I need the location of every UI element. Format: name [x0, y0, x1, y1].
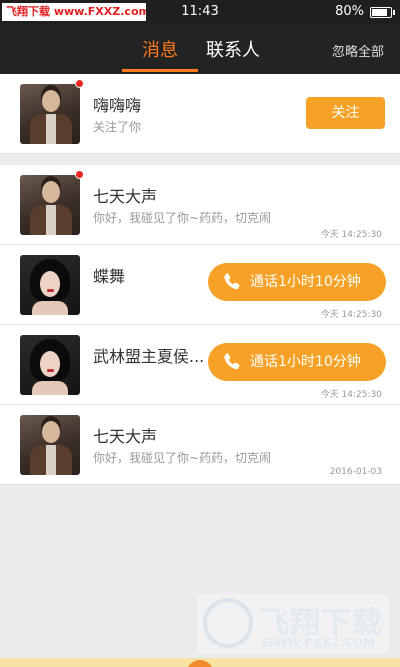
avatar[interactable] — [20, 335, 80, 395]
active-tab-indicator — [122, 69, 198, 72]
follow-notice-row[interactable]: 嗨嗨嗨 关注了你 关注 — [0, 74, 400, 154]
call-record-button[interactable]: 通话1小时10分钟 — [208, 263, 386, 301]
phone-icon — [224, 273, 240, 290]
contact-name: 七天大声 — [93, 187, 158, 206]
battery-fill — [372, 9, 387, 16]
unread-dot — [75, 170, 84, 179]
logo-circle-icon — [203, 598, 253, 648]
call-duration-label: 通话1小时10分钟 — [250, 274, 361, 290]
battery-icon — [370, 7, 395, 18]
follow-button[interactable]: 关注 — [306, 97, 385, 129]
unread-dot — [75, 79, 84, 88]
phone-icon — [224, 353, 240, 370]
message-time: 今天 14:25:30 — [320, 390, 382, 400]
site-watermark-logo: 飞翔下载 WWW.FXXZ.COM — [197, 594, 389, 654]
avatar[interactable] — [20, 255, 80, 315]
avatar[interactable] — [20, 84, 80, 144]
ignore-all-button[interactable]: 忽略全部 — [332, 41, 384, 60]
contact-name: 武林盟主夏侯... — [93, 347, 205, 366]
call-record-button[interactable]: 通话1小时10分钟 — [208, 343, 386, 381]
contact-name: 蝶舞 — [93, 267, 126, 286]
bottom-bar — [0, 658, 400, 667]
avatar[interactable] — [20, 415, 80, 475]
message-row[interactable]: 七天大声你好，我碰见了你~药药，切克闹 2016-01-03 — [0, 405, 400, 485]
top-nav: 消息 联系人 忽略全部 — [0, 24, 400, 74]
watermark-url: WWW.FXXZ.COM — [261, 636, 376, 650]
message-time: 今天 14:25:30 — [320, 310, 382, 320]
status-bar: 飞翔下载 www.FXXZ.com 11:43 80% — [0, 0, 400, 24]
follow-subtitle: 关注了你 — [93, 120, 142, 134]
follower-name: 嗨嗨嗨 — [93, 96, 142, 115]
message-row[interactable]: 武林盟主夏侯... 通话1小时10分钟今天 14:25:30 — [0, 325, 400, 405]
message-row[interactable]: 蝶舞 通话1小时10分钟今天 14:25:30 — [0, 245, 400, 325]
message-preview: 你好，我碰见了你~药药，切克闹 — [93, 211, 272, 225]
avatar[interactable] — [20, 175, 80, 235]
tab-contacts[interactable]: 联系人 — [206, 36, 260, 74]
contact-name: 七天大声 — [93, 427, 158, 446]
call-duration-label: 通话1小时10分钟 — [250, 354, 361, 370]
bottom-center-button[interactable] — [186, 660, 214, 667]
message-row[interactable]: 七天大声你好，我碰见了你~药药，切克闹今天 14:25:30 — [0, 165, 400, 245]
message-preview: 你好，我碰见了你~药药，切克闹 — [93, 451, 272, 465]
message-time: 今天 14:25:30 — [320, 230, 382, 240]
battery-percent: 80% — [335, 4, 364, 19]
message-time: 2016-01-03 — [329, 467, 382, 477]
